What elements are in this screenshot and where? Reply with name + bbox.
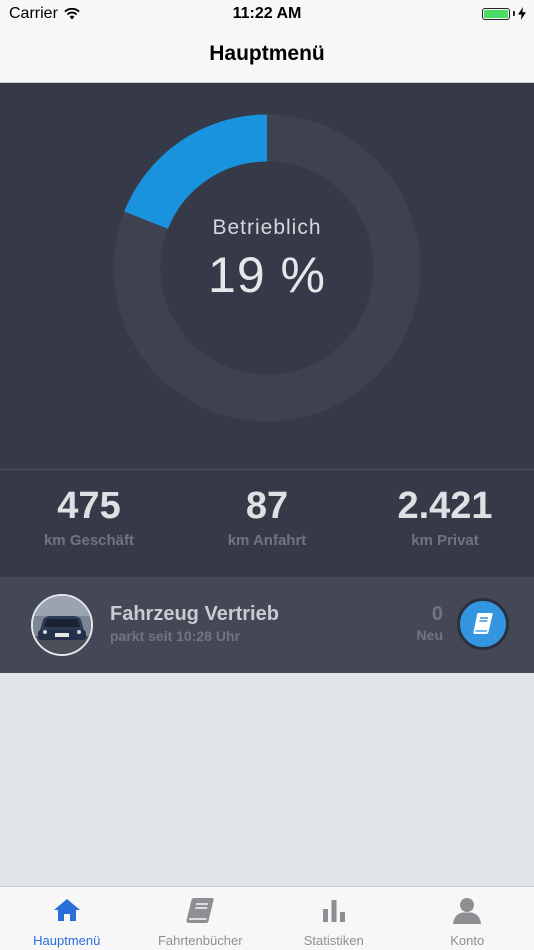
vehicle-name: Fahrzeug Vertrieb: [110, 603, 279, 625]
battery-indicator: [482, 7, 526, 20]
new-trips-count: 0: [431, 603, 443, 625]
vehicle-row[interactable]: Fahrzeug Vertrieb parkt seit 10:28 Uhr 0…: [0, 577, 534, 673]
tab-label: Statistiken: [303, 933, 364, 948]
status-time: 11:22 AM: [232, 5, 302, 22]
stat-value: 2.421: [397, 485, 493, 527]
tab-hauptmenu[interactable]: Hauptmenü: [0, 887, 134, 950]
stat-label: km Geschäft: [43, 532, 135, 549]
new-trips-label: Neu: [416, 627, 443, 643]
stat-label: km Anfahrt: [227, 532, 307, 549]
stat-value: 475: [57, 485, 121, 527]
stat-label: km Privat: [411, 532, 479, 549]
mileage-stats: 475 km Geschäft 87 km Anfahrt 2.421 km P…: [0, 470, 534, 577]
vehicle-status: parkt seit 10:28 Uhr: [110, 628, 240, 644]
bar-chart-icon: [322, 900, 345, 922]
stat-private: 2.421 km Privat: [356, 484, 534, 549]
logbook-icon: [473, 613, 493, 634]
tab-statistiken[interactable]: Statistiken: [267, 887, 401, 950]
navigation-bar: Hauptmenü: [0, 30, 534, 83]
car-photo-icon: [33, 596, 91, 654]
status-bar: Carrier 11:22 AM: [0, 0, 534, 30]
tab-fahrtenbuecher[interactable]: Fahrtenbücher: [134, 887, 268, 950]
charging-bolt-icon: [518, 7, 526, 20]
tab-bar: Hauptmenü Fahrtenbücher Statistiken Kont…: [0, 886, 534, 950]
gauge-fill-arc: [124, 114, 268, 230]
person-icon: [453, 898, 482, 924]
tab-label: Fahrtenbücher: [157, 933, 243, 948]
gauge-label: Betrieblich: [212, 216, 322, 239]
vehicle-avatar: [31, 594, 93, 656]
home-icon: [53, 899, 80, 921]
stat-commute: 87 km Anfahrt: [178, 484, 356, 549]
stat-business: 475 km Geschäft: [0, 484, 178, 549]
gauge-value: 19 %: [208, 247, 326, 303]
book-icon: [186, 898, 214, 923]
page-title: Hauptmenü: [209, 42, 325, 65]
battery-icon: [482, 7, 510, 20]
tab-label: Konto: [450, 933, 485, 948]
stat-value: 87: [245, 485, 289, 527]
gauge-panel: Betrieblich 19 %: [0, 83, 534, 469]
tab-konto[interactable]: Konto: [401, 887, 534, 950]
logbook-button[interactable]: [457, 598, 509, 650]
tab-label: Hauptmenü: [33, 933, 101, 948]
